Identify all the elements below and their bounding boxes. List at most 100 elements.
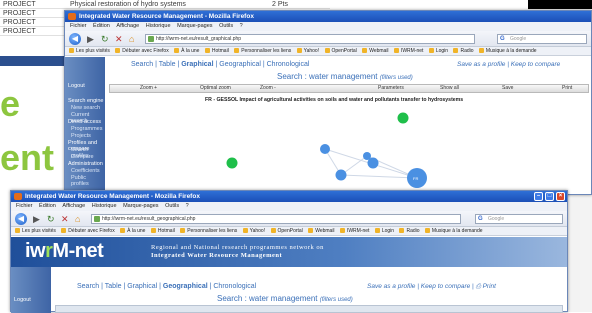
logout-link[interactable]: Logout [14,297,31,303]
bookmark-item[interactable]: Radio [399,228,419,234]
minimize-icon[interactable]: – [534,192,543,201]
search-input[interactable]: G Google [497,34,587,44]
sidebar-subitem[interactable]: Programmes [71,126,102,132]
save-profile-link[interactable]: Save as a profile [367,283,415,290]
sidebar-subitem[interactable]: Public profiles [71,175,105,187]
menu-item[interactable]: ? [240,23,243,29]
tab-search[interactable]: Search [131,61,153,68]
tab-table[interactable]: Table [105,283,122,290]
menu-item[interactable]: Marque-pages [177,23,212,29]
bookmark-item[interactable]: Webmail [308,228,334,234]
save-profile-link[interactable]: Save as a profile [457,61,505,68]
bookmark-item[interactable]: IWRM-net [394,48,424,54]
menu-item[interactable]: Fichier [16,203,33,209]
keep-compare-link[interactable]: Keep to compare [511,61,561,68]
print-link[interactable]: Print [483,283,496,290]
menu-item[interactable]: Historique [146,23,171,29]
tab-graphical[interactable]: Graphical [127,283,157,290]
menu-item[interactable]: Marque-pages [123,203,158,209]
bookmark-item[interactable]: Débuter avec Firefox [61,228,114,234]
sidebar-subitem[interactable]: Projects [71,133,91,139]
graph-node[interactable] [397,112,409,124]
tab-search[interactable]: Search [77,283,99,290]
graph-node[interactable] [335,169,347,181]
graph-node[interactable] [226,157,238,169]
window-titlebar[interactable]: Integrated Water Resource Management - M… [65,11,591,22]
menu-item[interactable]: ? [186,203,189,209]
zoom-in-button[interactable]: Zoom + [140,85,157,92]
bookmark-item[interactable]: Débuter avec Firefox [115,48,168,54]
forward-icon[interactable]: ▶ [87,34,94,44]
back-button[interactable]: ◀ [15,213,27,225]
maximize-icon[interactable]: □ [545,192,554,201]
tab-table[interactable]: Table [159,61,176,68]
print-button[interactable]: Print [562,85,572,92]
zoom-out-button[interactable]: Zoom - [260,85,276,92]
bookmark-item[interactable]: Musique à la demande [425,228,483,234]
logout-link[interactable]: Logout [68,83,85,89]
sidebar-subitem[interactable]: New search [71,105,100,111]
tab-geographical[interactable]: Geographical [219,61,261,68]
filters-note[interactable]: (filters used) [320,297,353,303]
menu-item[interactable]: Fichier [70,23,87,29]
keep-compare-link[interactable]: Keep to compare [421,283,471,290]
bookmark-item[interactable]: Hotmail [205,48,229,54]
sidebar-item-direct-access[interactable]: Direct access [68,119,101,125]
show-all-button[interactable]: Show all [440,85,459,92]
bookmark-item[interactable]: Radio [453,48,473,54]
menu-item[interactable]: Outils [219,23,233,29]
sidebar-subitem[interactable]: Coefficients [71,168,100,174]
sidebar-item-administration[interactable]: Administration [68,161,103,167]
sidebar-subitem[interactable]: Compare [71,154,94,160]
bookmark-item[interactable]: Hotmail [151,228,175,234]
stop-icon[interactable]: ✕ [115,34,123,44]
menu-item[interactable]: Historique [92,203,117,209]
bookmark-item[interactable]: Login [429,48,448,54]
menu-item[interactable]: Outils [165,203,179,209]
tab-chronological[interactable]: Chronological [213,283,256,290]
forward-icon[interactable]: ▶ [33,214,40,224]
reload-icon[interactable]: ↻ [101,34,109,44]
graph-node[interactable] [320,144,330,154]
bookmark-item[interactable]: Musique à la demande [479,48,537,54]
tab-graphical[interactable]: Graphical [181,61,213,68]
bookmark-item[interactable]: Login [375,228,394,234]
url-bar[interactable]: http://iwrm-net.eu/result_graphical.php [145,34,475,44]
iwrm-logo[interactable]: iwrM-net [25,240,104,263]
back-button[interactable]: ◀ [69,33,81,45]
bookmark-item[interactable]: Yahoo! [297,48,319,54]
tab-chronological[interactable]: Chronological [267,61,310,68]
bookmark-item[interactable]: À la une [174,48,199,54]
save-button[interactable]: Save [502,85,513,92]
menu-item[interactable]: Affichage [62,203,85,209]
parameters-button[interactable]: Parameters [378,85,404,92]
bookmark-item[interactable]: Personnaliser les liens [234,48,291,54]
project-graph[interactable]: FR [109,103,589,196]
optimal-zoom-button[interactable]: Optimal zoom [200,85,231,92]
url-bar[interactable]: http://iwrm-net.eu/result_geographical.p… [91,214,461,224]
bookmark-item[interactable]: Yahoo! [243,228,265,234]
tab-geographical[interactable]: Geographical [163,283,208,290]
bookmark-item[interactable]: À la une [120,228,145,234]
filters-note[interactable]: (filters used) [380,75,413,81]
printer-icon[interactable]: ⎙ [476,283,481,290]
bookmark-item[interactable]: Personnaliser les liens [180,228,237,234]
graph-node[interactable] [367,157,379,169]
reload-icon[interactable]: ↻ [47,214,55,224]
close-icon[interactable]: × [556,192,565,201]
home-icon[interactable]: ⌂ [75,214,80,224]
stop-icon[interactable]: ✕ [61,214,69,224]
menu-item[interactable]: Édition [93,23,110,29]
sidebar-item-search-engine[interactable]: Search engine [68,98,103,104]
bookmark-item[interactable]: OpenPortal [325,48,357,54]
menu-item[interactable]: Affichage [116,23,139,29]
bookmark-item[interactable]: Les plus visités [15,228,56,234]
search-input[interactable]: G Google [475,214,563,224]
menu-item[interactable]: Édition [39,203,56,209]
browser-window-graphical[interactable]: Integrated Water Resource Management - M… [64,10,592,196]
bookmark-item[interactable]: IWRM-net [340,228,370,234]
bookmark-item[interactable]: Les plus visités [69,48,110,54]
browser-window-geographical[interactable]: Integrated Water Resource Management - M… [10,190,568,313]
home-icon[interactable]: ⌂ [129,34,134,44]
window-titlebar[interactable]: Integrated Water Resource Management - M… [11,191,567,202]
